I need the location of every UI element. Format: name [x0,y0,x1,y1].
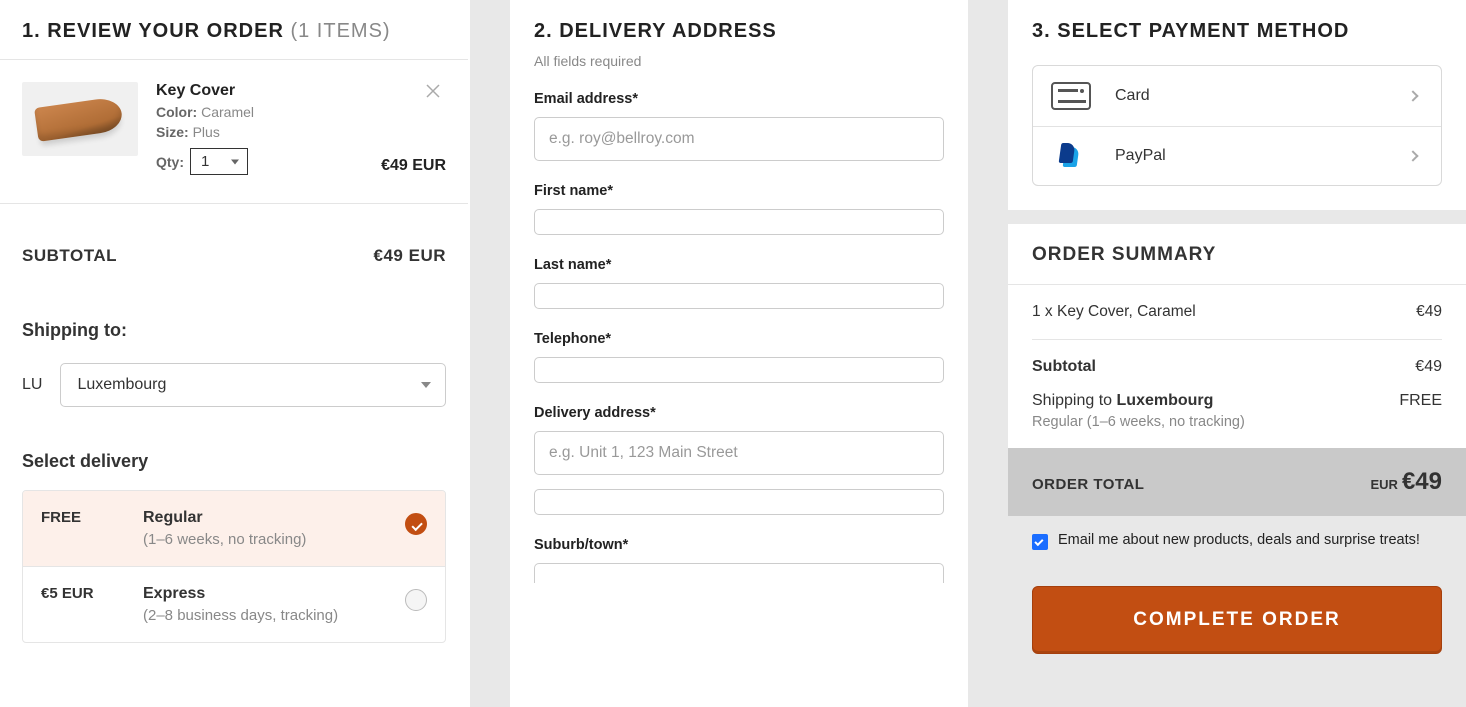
first-name-label: First name* [534,183,944,199]
checkbox-checked-icon [1032,534,1048,550]
product-color: Color: Caramel [156,104,446,120]
last-name-label: Last name* [534,257,944,273]
email-optin-label: Email me about new products, deals and s… [1058,532,1420,548]
delivery-detail: (1–6 weeks, no tracking) [143,531,389,548]
email-optin[interactable]: Email me about new products, deals and s… [1032,532,1442,550]
product-name: Key Cover [156,82,446,100]
subtotal-value: €49 EUR [374,246,446,266]
telephone-input[interactable] [534,357,944,383]
delivery-title: 2. DELIVERY ADDRESS [534,20,944,43]
telephone-label: Telephone* [534,331,944,347]
qty-label: Qty: [156,154,184,170]
summary-shipping-line: Shipping to Luxembourg [1032,392,1213,410]
review-item-count: (1 ITEMS) [290,20,390,42]
payment-option-paypal[interactable]: PayPal [1033,126,1441,185]
shipping-to-label: Shipping to: [22,320,446,341]
product-thumbnail [22,82,138,156]
delivery-name: Regular [143,509,389,527]
suburb-label: Suburb/town* [534,537,944,553]
complete-order-button[interactable]: COMPLETE ORDER [1032,586,1442,654]
all-fields-note: All fields required [534,53,944,69]
summary-shipping-method: Regular (1–6 weeks, no tracking) [1032,414,1442,430]
order-total-bar: ORDER TOTAL EUR €49 [1008,448,1466,516]
select-delivery-heading: Select delivery [22,451,446,472]
divider [0,203,468,204]
radio-selected-icon [405,513,427,535]
payment-method-panel: 3. SELECT PAYMENT METHOD Card PayPal [1008,0,1466,210]
summary-line-price: €49 [1416,303,1442,321]
delivery-price: €5 EUR [41,585,127,602]
close-icon [426,84,440,98]
last-name-input[interactable] [534,283,944,309]
cart-line-item: Key Cover Color: Caramel Size: Plus Qty:… [22,82,446,175]
address-label: Delivery address* [534,405,944,421]
address-line2-input[interactable] [534,489,944,515]
divider [0,59,468,60]
chevron-right-icon [1407,150,1418,161]
order-summary-panel: ORDER SUMMARY 1 x Key Cover, Caramel €49… [1008,224,1466,516]
product-size: Size: Plus [156,124,446,140]
delivery-price: FREE [41,509,127,526]
chevron-right-icon [1407,90,1418,101]
email-input[interactable]: e.g. roy@bellroy.com [534,117,944,161]
payment-option-card[interactable]: Card [1033,66,1441,126]
summary-subtotal-value: €49 [1415,358,1442,376]
remove-item-button[interactable] [424,82,442,103]
delivery-name: Express [143,585,389,603]
card-icon [1051,82,1091,110]
delivery-option-express[interactable]: €5 EUR Express (2–8 business days, track… [23,566,445,642]
country-code: LU [22,376,42,394]
payment-title: 3. SELECT PAYMENT METHOD [1032,20,1442,43]
order-total-currency: EUR [1371,477,1398,492]
summary-shipping-price: FREE [1399,392,1442,410]
delivery-detail: (2–8 business days, tracking) [143,607,389,624]
review-title-text: 1. REVIEW YOUR ORDER [22,20,284,42]
line-item-price: €49 EUR [381,157,446,175]
email-label: Email address* [534,91,944,107]
paypal-icon [1051,143,1091,169]
summary-subtotal-label: Subtotal [1032,358,1096,376]
order-summary-title: ORDER SUMMARY [1032,244,1442,266]
summary-line-item: 1 x Key Cover, Caramel [1032,303,1196,321]
radio-icon [405,589,427,611]
first-name-input[interactable] [534,209,944,235]
delivery-option-regular[interactable]: FREE Regular (1–6 weeks, no tracking) [23,491,445,566]
order-total-value: €49 [1402,468,1442,495]
review-title: 1. REVIEW YOUR ORDER (1 ITEMS) [22,20,446,43]
suburb-input[interactable] [534,563,944,583]
review-order-panel: 1. REVIEW YOUR ORDER (1 ITEMS) Key Cover… [0,0,470,707]
country-select[interactable]: Luxembourg [60,363,446,407]
qty-select[interactable]: 1 [190,148,248,175]
order-total-label: ORDER TOTAL [1032,476,1144,493]
delivery-address-panel: 2. DELIVERY ADDRESS All fields required … [510,0,968,707]
subtotal-label: SUBTOTAL [22,246,117,266]
address-line1-input[interactable]: e.g. Unit 1, 123 Main Street [534,431,944,475]
delivery-options: FREE Regular (1–6 weeks, no tracking) €5… [22,490,446,643]
